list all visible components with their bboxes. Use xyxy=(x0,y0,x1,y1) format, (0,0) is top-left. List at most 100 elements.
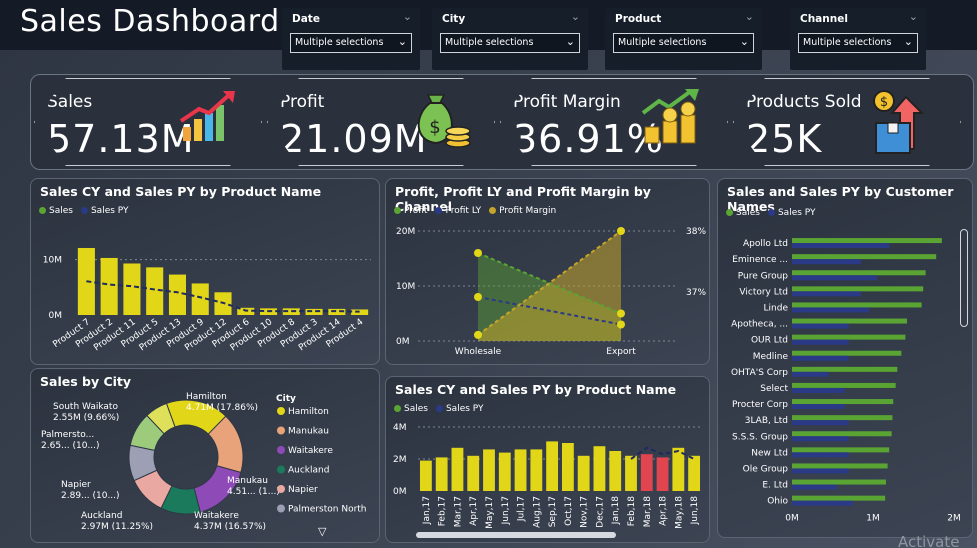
bar-sales xyxy=(792,350,902,356)
data-point xyxy=(474,330,482,339)
page-title: Sales Dashboard xyxy=(20,4,280,39)
bar-sales xyxy=(561,443,574,491)
area-chart-channel[interactable]: 0M 10M 20M 37% 38% Wholesale Export xyxy=(386,179,711,366)
y-tick-label: 0M xyxy=(396,337,410,347)
bar-chart-month[interactable]: 0M 2M 4M Jan,17 Feb,17 Mar,17 Apr,17 May,17 Jun,… xyxy=(386,377,711,544)
data-label-name: Manukau xyxy=(227,476,268,486)
x-tick-label: Export xyxy=(606,347,636,357)
bar-sales xyxy=(792,318,908,324)
bar-sales-py xyxy=(792,500,853,506)
chevron-down-icon[interactable]: ⌄ xyxy=(571,10,580,23)
data-label-value: 2.97M (11.25%) xyxy=(81,522,153,532)
bar-sales xyxy=(792,495,886,501)
slicer-value: Multiple selections xyxy=(295,37,384,48)
y-tick-label: 0M xyxy=(49,311,63,321)
bar-chart-up-icon xyxy=(177,87,241,151)
panel-sales-by-product: Sales CY and Sales PY by Product Name Sa… xyxy=(30,178,380,365)
legend-label: Palmerston North xyxy=(288,505,367,515)
bar-sales xyxy=(451,447,464,491)
bar-sales xyxy=(672,447,685,491)
legend-label: Napier xyxy=(288,485,318,495)
y-tick-label: 10M xyxy=(396,282,415,292)
legend-dot xyxy=(277,446,285,454)
bar-chart-product[interactable]: 0M10MProduct 7Product 2Product 11Product… xyxy=(31,179,381,366)
data-label-value: 2.55M (9.66%) xyxy=(53,413,119,423)
panel-sales-by-month: Sales CY and Sales PY by Product Name Sa… xyxy=(385,376,710,543)
x-tick-label: May,17 xyxy=(485,496,495,529)
slicer-dropdown[interactable]: Multiple selections ⌄ xyxy=(798,33,918,53)
legend-dot xyxy=(277,485,285,493)
donut-chart-city[interactable]: Hamilton4.71M (17.86%)South Waikato2.55M… xyxy=(31,369,381,544)
data-point xyxy=(474,293,482,301)
bar-sales xyxy=(351,309,369,315)
x-tick-label: Sep,17 xyxy=(548,496,558,527)
bar-sales-py xyxy=(792,307,869,313)
bar-sales xyxy=(168,274,186,315)
bar-sales xyxy=(792,479,886,485)
y-tick-label: 10M xyxy=(43,256,62,266)
y-tick-label: 3LAB, Ltd xyxy=(745,416,788,426)
y-tick-label: New Ltd xyxy=(751,448,788,458)
panel-sales-by-city: Sales by City Hamilton 4.71M (17.86%) Sout… xyxy=(30,368,380,543)
bar-sales-py xyxy=(792,355,849,361)
x-tick-label: Jun,18 xyxy=(690,496,700,526)
x-tick-label: Jan,18 xyxy=(611,496,621,525)
bar-sales xyxy=(467,455,480,491)
bar-sales xyxy=(577,455,590,491)
legend-scroll-down-icon[interactable]: ▽ xyxy=(318,525,326,538)
chevron-down-icon[interactable]: ⌄ xyxy=(909,10,918,23)
data-point xyxy=(474,249,482,257)
chevron-down-icon[interactable]: ⌄ xyxy=(403,10,412,23)
bar-sales xyxy=(640,454,653,491)
x-tick-label: Jun,17 xyxy=(501,496,511,525)
chevron-down-icon: ⌄ xyxy=(397,35,407,48)
y2-tick-label: 37% xyxy=(686,288,706,298)
slicer-label: Date xyxy=(292,13,320,25)
slicer-dropdown[interactable]: Multiple selections ⌄ xyxy=(440,33,580,53)
bar-sales-py xyxy=(792,452,849,458)
kpi-value: 21.09M xyxy=(280,117,428,161)
horizontal-scrollbar[interactable] xyxy=(416,532,616,538)
x-tick-label: Wholesale xyxy=(455,347,502,357)
chevron-down-icon[interactable]: ⌄ xyxy=(745,10,754,23)
y-tick-label: Select xyxy=(760,384,788,394)
bar-sales-py xyxy=(792,404,845,410)
y2-tick-label: 38% xyxy=(686,227,706,237)
y-tick-label: Ohio xyxy=(767,497,788,507)
slicer-product[interactable]: Product ⌄ Multiple selections ⌄ xyxy=(605,8,762,70)
x-tick-label: 0M xyxy=(785,514,799,524)
slicer-date[interactable]: Date ⌄ Multiple selections ⌄ xyxy=(282,8,420,70)
data-label-name: Auckland xyxy=(81,511,122,521)
bar-sales xyxy=(792,447,890,453)
activate-windows-watermark: Activate W xyxy=(898,533,960,548)
bar-sales-py xyxy=(792,387,845,393)
bar-sales xyxy=(792,431,892,437)
vertical-scrollbar[interactable] xyxy=(960,229,968,327)
svg-text:$: $ xyxy=(429,117,440,138)
bar-sales xyxy=(792,270,926,276)
bar-sales-py xyxy=(792,275,878,281)
bar-sales xyxy=(483,449,495,491)
bar-sales xyxy=(656,457,669,491)
slicer-city[interactable]: City ⌄ Multiple selections ⌄ xyxy=(432,8,588,70)
bar-sales xyxy=(593,446,606,491)
slicer-dropdown[interactable]: Multiple selections ⌄ xyxy=(613,33,754,53)
bar-sales xyxy=(792,382,896,388)
legend-title: City xyxy=(276,394,296,404)
slicer-dropdown[interactable]: Multiple selections ⌄ xyxy=(290,33,412,53)
bar-chart-customer[interactable]: Apollo Ltd Eminence ... Pure Group Victory … xyxy=(718,179,974,539)
legend-dot xyxy=(277,407,285,415)
bar-sales xyxy=(419,460,432,491)
bar-sales-py xyxy=(792,468,849,474)
slicer-channel[interactable]: Channel ⌄ Multiple selections ⌄ xyxy=(790,8,926,70)
bar-sales xyxy=(792,399,894,405)
kpi-title: Sales xyxy=(47,92,93,112)
bar-sales xyxy=(530,449,543,491)
panel-sales-by-customer: Sales and Sales PY by Customer Names Sal… xyxy=(717,178,973,538)
x-tick-label: Apr,17 xyxy=(469,496,479,526)
bar-sales xyxy=(792,463,888,469)
bar-sales xyxy=(792,415,893,421)
bar-sales-py xyxy=(792,291,861,297)
kpi-card-profit: Profit 21.09M $ xyxy=(267,78,495,166)
x-tick-label: Apr,18 xyxy=(659,496,669,526)
